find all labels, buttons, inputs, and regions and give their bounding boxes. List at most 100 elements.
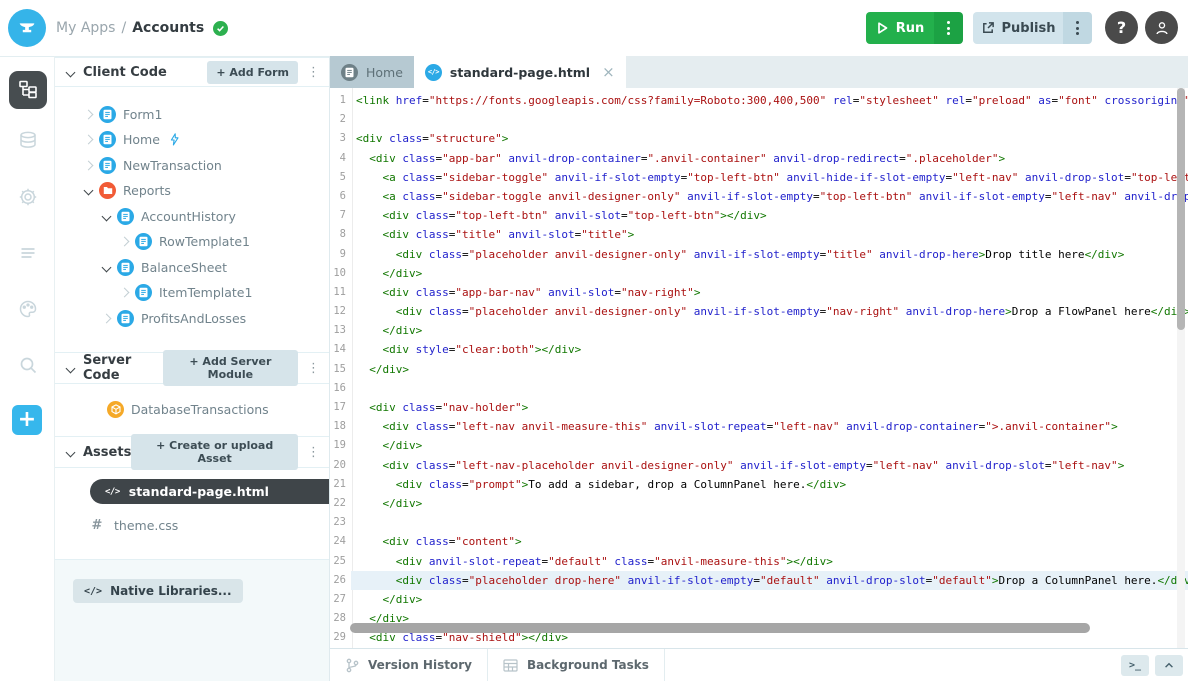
tab-standard-page.html[interactable]: </>standard-page.html× [414, 56, 626, 88]
code-line-24[interactable]: 24 <div class="content"> [330, 532, 1188, 551]
kebab-icon[interactable]: ⋮ [307, 66, 320, 79]
person-icon [1153, 19, 1171, 37]
code-line-2[interactable]: 2 [330, 110, 1188, 129]
horizontal-scrollbar[interactable] [350, 623, 1090, 633]
tree-item-NewTransaction[interactable]: NewTransaction [55, 153, 329, 178]
account-button[interactable] [1145, 11, 1178, 44]
code-line-13[interactable]: 13 </div> [330, 321, 1188, 340]
rail-database-icon[interactable] [9, 122, 47, 160]
code-editor[interactable]: 1<link href="https://fonts.googleapis.co… [330, 88, 1188, 648]
server-item-DatabaseTransactions[interactable]: DatabaseTransactions [55, 397, 329, 422]
chevron-right-icon[interactable] [84, 109, 94, 119]
chevron-right-icon[interactable] [120, 237, 130, 247]
code-icon: </> [105, 487, 120, 497]
chevron-down-icon[interactable] [102, 211, 112, 221]
chevron-right-icon[interactable] [84, 160, 94, 170]
help-button[interactable]: ? [1105, 11, 1138, 44]
status-bar-right: >_ [1121, 649, 1188, 681]
status-bar: Version History Background Tasks >_ [330, 648, 1188, 681]
code-line-25[interactable]: 25 <div anvil-slot-repeat="default" clas… [330, 552, 1188, 571]
client-code-tree: Form1HomeNewTransactionReportsAccountHis… [55, 87, 329, 352]
code-line-27[interactable]: 27 </div> [330, 590, 1188, 609]
code-line-16[interactable]: 16 [330, 379, 1188, 398]
asset-item-standard-page.html[interactable]: </>standard-page.html [90, 479, 329, 504]
publish-button-main[interactable]: Publish [973, 12, 1063, 44]
app-browser-panel: Client Code + Add Form ⋮ Form1HomeNewTra… [55, 56, 330, 681]
chevron-up-icon [1163, 660, 1175, 670]
statusbar-label: Version History [368, 658, 472, 672]
code-line-12[interactable]: 12 <div class="placeholder anvil-designe… [330, 302, 1188, 321]
code-line-23[interactable]: 23 [330, 513, 1188, 532]
rail-outline-icon[interactable] [9, 234, 47, 272]
close-icon[interactable]: × [602, 63, 615, 81]
native-libraries-button[interactable]: </> Native Libraries... [73, 579, 243, 603]
code-line-9[interactable]: 9 <div class="placeholder anvil-designer… [330, 245, 1188, 264]
code-line-19[interactable]: 19 </div> [330, 436, 1188, 455]
code-text: <link href="https://fonts.googleapis.com… [351, 91, 1188, 110]
chevron-down-icon[interactable] [84, 186, 94, 196]
tree-item-Reports[interactable]: Reports [55, 178, 329, 203]
expand-panel-button[interactable] [1155, 655, 1183, 676]
code-line-11[interactable]: 11 <div class="app-bar-nav" anvil-slot="… [330, 283, 1188, 302]
tree-item-ProfitsAndLosses[interactable]: ProfitsAndLosses [55, 306, 329, 331]
code-line-14[interactable]: 14 <div style="clear:both"></div> [330, 340, 1188, 359]
chevron-down-icon[interactable] [66, 67, 76, 77]
tree-item-BalanceSheet[interactable]: BalanceSheet [55, 255, 329, 280]
add-form-button[interactable]: + Add Form [207, 61, 298, 84]
code-text: <div style="clear:both"></div> [351, 340, 1188, 359]
statusbar-Background Tasks[interactable]: Background Tasks [488, 649, 665, 681]
statusbar-Version History[interactable]: Version History [330, 649, 488, 681]
tree-item-Home[interactable]: Home [55, 127, 329, 152]
code-line-26[interactable]: 26 <div class="placeholder drop-here" an… [330, 571, 1188, 590]
code-line-3[interactable]: 3<div class="structure"> [330, 129, 1188, 148]
kebab-icon[interactable]: ⋮ [307, 446, 320, 459]
tree-item-RowTemplate1[interactable]: RowTemplate1 [55, 229, 329, 254]
code-line-20[interactable]: 20 <div class="left-nav-placeholder anvi… [330, 456, 1188, 475]
code-line-21[interactable]: 21 <div class="prompt">To add a sidebar,… [330, 475, 1188, 494]
tab-Home[interactable]: Home [330, 56, 414, 88]
code-line-17[interactable]: 17 <div class="nav-holder"> [330, 398, 1188, 417]
rail-app-browser-icon[interactable] [9, 71, 47, 109]
run-button-main[interactable]: Run [866, 12, 934, 44]
chevron-right-icon[interactable] [84, 135, 94, 145]
tab-label: standard-page.html [450, 65, 590, 80]
code-line-8[interactable]: 8 <div class="title" anvil-slot="title"> [330, 225, 1188, 244]
tree-item-AccountHistory[interactable]: AccountHistory [55, 204, 329, 229]
code-line-4[interactable]: 4 <div class="app-bar" anvil-drop-contai… [330, 149, 1188, 168]
tree-item-ItemTemplate1[interactable]: ItemTemplate1 [55, 280, 329, 305]
chevron-down-icon[interactable] [66, 363, 76, 373]
code-line-22[interactable]: 22 </div> [330, 494, 1188, 513]
code-line-1[interactable]: 1<link href="https://fonts.googleapis.co… [330, 91, 1188, 110]
code-line-6[interactable]: 6 <a class="sidebar-toggle anvil-designe… [330, 187, 1188, 206]
rail-settings-icon[interactable] [9, 178, 47, 216]
code-text: </div> [351, 494, 1188, 513]
kebab-icon[interactable]: ⋮ [307, 362, 320, 375]
asset-item-theme.css[interactable]: #theme.css [90, 513, 329, 538]
add-server-module-button[interactable]: + Add Server Module [163, 350, 298, 386]
publish-button[interactable]: Publish [973, 12, 1092, 44]
rail-theme-icon[interactable] [9, 290, 47, 328]
kebab-icon [1076, 21, 1079, 35]
run-menu-button[interactable] [934, 12, 963, 44]
code-line-10[interactable]: 10 </div> [330, 264, 1188, 283]
anvil-logo-icon[interactable] [8, 9, 46, 47]
rail-search-icon[interactable] [9, 346, 47, 384]
console-button[interactable]: >_ [1121, 655, 1149, 676]
verified-badge-icon [213, 21, 228, 36]
code-line-18[interactable]: 18 <div class="left-nav anvil-measure-th… [330, 417, 1188, 436]
vertical-scrollbar[interactable] [1177, 88, 1185, 330]
chevron-down-icon[interactable] [66, 447, 76, 457]
chevron-right-icon[interactable] [102, 313, 112, 323]
tree-item-Form1[interactable]: Form1 [55, 102, 329, 127]
chevron-down-icon[interactable] [102, 262, 112, 272]
create-upload-asset-button[interactable]: + Create or upload Asset [131, 434, 298, 470]
code-line-5[interactable]: 5 <a class="sidebar-toggle" anvil-if-slo… [330, 168, 1188, 187]
code-line-15[interactable]: 15 </div> [330, 360, 1188, 379]
form-icon [99, 131, 116, 148]
add-component-button[interactable]: + [12, 405, 42, 435]
run-button[interactable]: Run [866, 12, 963, 44]
publish-menu-button[interactable] [1063, 12, 1092, 44]
chevron-right-icon[interactable] [120, 288, 130, 298]
breadcrumb-my-apps[interactable]: My Apps [56, 20, 115, 36]
code-line-7[interactable]: 7 <div class="top-left-btn" anvil-slot="… [330, 206, 1188, 225]
